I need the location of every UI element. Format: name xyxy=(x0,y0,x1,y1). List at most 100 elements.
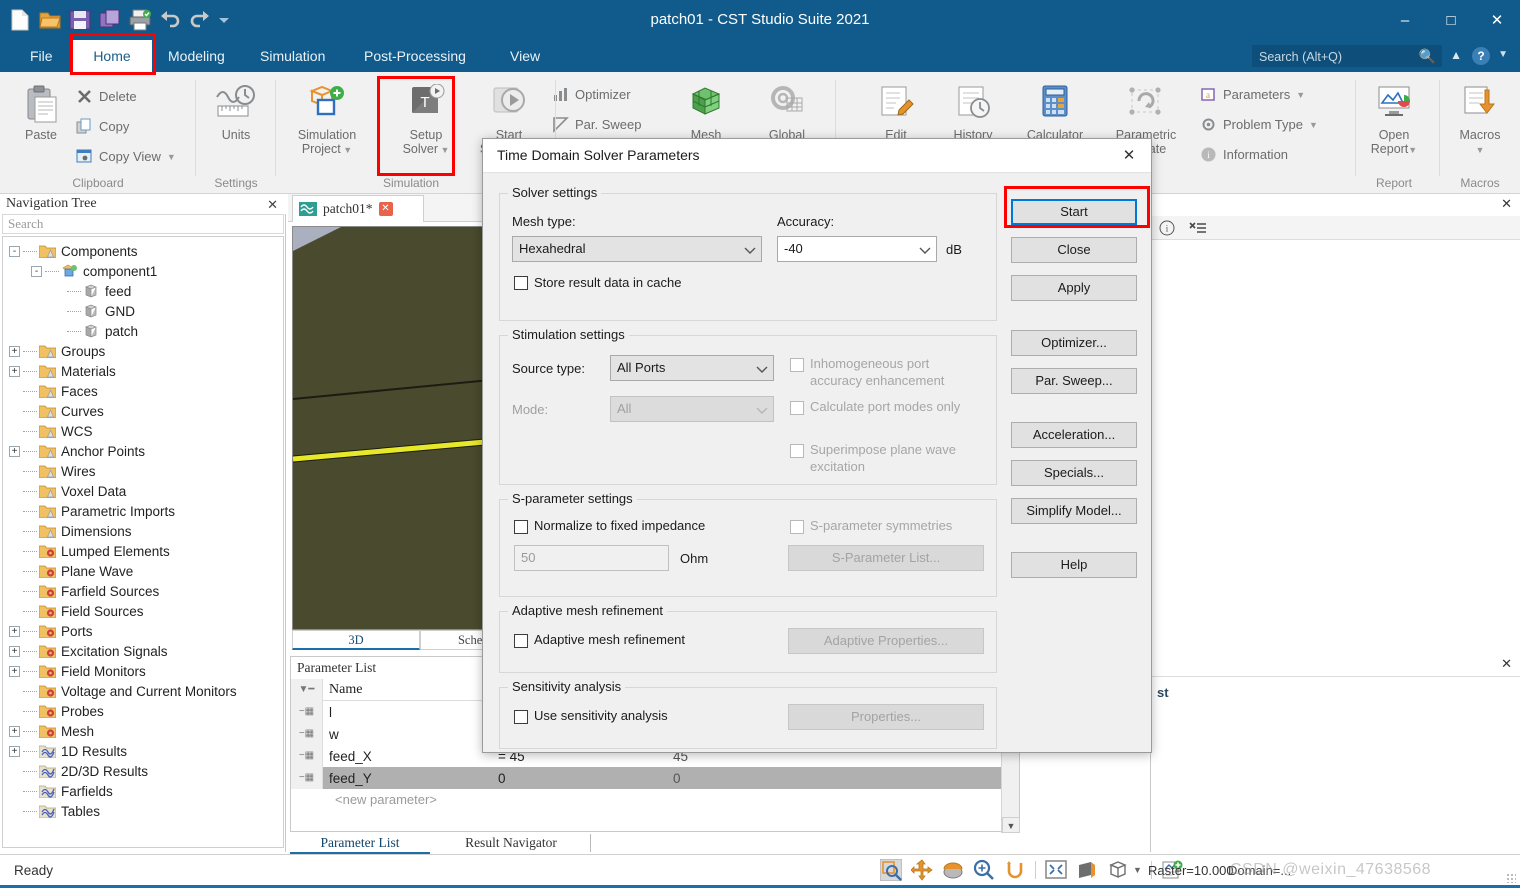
tree-item-farfield-sources[interactable]: Farfield Sources xyxy=(3,581,283,601)
close-icon[interactable]: ✕ xyxy=(267,195,278,215)
time-domain-solver-dialog[interactable]: Time Domain Solver Parameters ✕ Solver s… xyxy=(482,138,1152,753)
tree-item-mesh[interactable]: + Mesh xyxy=(3,721,283,741)
chevron-down-icon[interactable]: ▼ xyxy=(1309,120,1318,130)
undo-icon[interactable] xyxy=(158,8,182,32)
tree-item-materials[interactable]: + Materials xyxy=(3,361,283,381)
simulation-project-button[interactable]: Simulation Project ▼ xyxy=(280,84,374,157)
tree-item-gnd[interactable]: GND xyxy=(3,301,283,321)
close-icon[interactable]: ✕ xyxy=(1501,196,1512,212)
rotate-icon[interactable] xyxy=(942,859,964,881)
print-icon[interactable] xyxy=(128,8,152,32)
scroll-down-icon[interactable]: ▼ xyxy=(1002,817,1020,833)
filter-icon[interactable]: ▼━ xyxy=(291,678,323,701)
row-pin-icon[interactable]: −▦ xyxy=(291,701,323,723)
chevron-down-icon[interactable]: ▼ xyxy=(1133,865,1142,875)
tree-item-parametric-imports[interactable]: Parametric Imports xyxy=(3,501,283,521)
information-button[interactable]: i Information xyxy=(1200,146,1288,163)
new-parameter-row[interactable]: <new parameter> xyxy=(291,789,1019,811)
par-sweep-button[interactable]: Par. Sweep... xyxy=(1011,368,1137,394)
chevron-down-icon[interactable] xyxy=(918,243,932,257)
document-tab-close-icon[interactable]: ✕ xyxy=(378,202,393,216)
zoom-select-icon[interactable] xyxy=(880,859,902,881)
tree-item-lumped-elements[interactable]: Lumped Elements xyxy=(3,541,283,561)
document-tab-patch01[interactable]: patch01* ✕ xyxy=(292,195,424,222)
acceleration-button[interactable]: Acceleration... xyxy=(1011,422,1137,448)
adaptive-mesh-checkbox[interactable] xyxy=(514,634,528,648)
quick-access-toolbar[interactable] xyxy=(8,8,230,32)
problem-type-button[interactable]: Problem Type ▼ xyxy=(1200,116,1318,133)
tab-view[interactable]: View xyxy=(498,40,552,72)
resize-grip[interactable] xyxy=(1506,873,1516,883)
mesh-view-button[interactable]: Mesh xyxy=(672,84,740,142)
setup-solver-button[interactable]: T Setup Solver ▼ xyxy=(386,84,466,157)
delete-button[interactable]: Delete xyxy=(76,88,137,105)
help-button[interactable]: Help xyxy=(1011,552,1137,578)
tree-item-voxel-data[interactable]: Voxel Data xyxy=(3,481,283,501)
par-sweep-button[interactable]: Par. Sweep xyxy=(552,116,642,133)
tree-item-feed[interactable]: feed xyxy=(3,281,283,301)
message-panel-toolbar[interactable]: i xyxy=(1151,216,1520,240)
open-folder-icon[interactable] xyxy=(38,8,62,32)
units-button[interactable]: Units xyxy=(204,84,268,142)
tree-toggle-icon[interactable]: + xyxy=(9,365,20,377)
copy-button[interactable]: Copy xyxy=(76,118,129,135)
accuracy-select[interactable]: -40 xyxy=(777,236,937,262)
perspective-icon[interactable] xyxy=(1076,859,1098,881)
tree-item-voltage-and-current-monitors[interactable]: Voltage and Current Monitors xyxy=(3,681,283,701)
apply-button[interactable]: Apply xyxy=(1011,275,1137,301)
superimpose-plane-wave-checkbox[interactable] xyxy=(790,444,804,458)
tree-item-farfields[interactable]: Farfields xyxy=(3,781,283,801)
calculator-button[interactable]: Calculator xyxy=(1018,84,1092,142)
edit-button[interactable]: Edit xyxy=(866,84,926,142)
close-button[interactable]: ✕ xyxy=(1474,0,1520,40)
tree-item-ports[interactable]: + Ports xyxy=(3,621,283,641)
paste-button[interactable]: Paste xyxy=(10,84,72,142)
redo-icon[interactable] xyxy=(188,8,212,32)
tree-item-wires[interactable]: Wires xyxy=(3,461,283,481)
tree-item-plane-wave[interactable]: Plane Wave xyxy=(3,561,283,581)
close-button[interactable]: Close xyxy=(1011,237,1137,263)
tab-parameter-list[interactable]: Parameter List xyxy=(290,832,430,854)
tab-modeling[interactable]: Modeling xyxy=(156,40,237,72)
inhomogeneous-port-checkbox[interactable] xyxy=(790,358,804,372)
tree-item-anchor-points[interactable]: + Anchor Points xyxy=(3,441,283,461)
tree-item-components[interactable]: - Components xyxy=(3,241,283,261)
chevron-down-icon[interactable] xyxy=(743,243,757,257)
start-button[interactable]: Start xyxy=(1011,199,1137,225)
chevron-down-icon[interactable]: ▼ xyxy=(1296,90,1305,100)
normalize-impedance-checkbox[interactable] xyxy=(514,520,528,534)
tree-toggle-icon[interactable]: + xyxy=(9,725,20,737)
sensitivity-analysis-checkbox[interactable] xyxy=(514,710,528,724)
status-bar-icons[interactable]: ▼ xyxy=(880,859,1183,881)
info-icon[interactable]: i xyxy=(1159,220,1175,236)
open-report-button[interactable]: Open Report▼ xyxy=(1354,84,1434,157)
tab-file[interactable]: File xyxy=(18,40,65,72)
tree-item-field-monitors[interactable]: + Field Monitors xyxy=(3,661,283,681)
tree-item-wcs[interactable]: WCS xyxy=(3,421,283,441)
history-list-button[interactable]: History xyxy=(942,84,1004,142)
global-properties-button[interactable]: Global xyxy=(748,84,826,142)
tree-toggle-icon[interactable]: + xyxy=(9,345,20,357)
navigation-search-input[interactable]: Search xyxy=(2,214,284,234)
save-icon[interactable] xyxy=(68,8,92,32)
tab-post-processing[interactable]: Post-Processing xyxy=(352,40,478,72)
help-button[interactable]: ? xyxy=(1472,47,1490,65)
tree-toggle-icon[interactable]: + xyxy=(9,625,20,637)
tree-toggle-icon[interactable]: - xyxy=(9,245,20,257)
store-result-cache-checkbox[interactable] xyxy=(514,276,528,290)
tree-item-faces[interactable]: Faces xyxy=(3,381,283,401)
tab-home[interactable]: Home xyxy=(72,40,152,72)
tree-toggle-icon[interactable]: - xyxy=(31,265,42,277)
row-pin-icon[interactable]: −▦ xyxy=(291,723,323,745)
optimizer-button[interactable]: Optimizer xyxy=(552,86,631,103)
chevron-down-icon[interactable]: ▼ xyxy=(1498,49,1508,60)
tree-toggle-icon[interactable]: + xyxy=(9,445,20,457)
chevron-down-icon[interactable]: ▼ xyxy=(167,152,176,162)
tree-item-1d-results[interactable]: +1D Results xyxy=(3,741,283,761)
tab-result-navigator[interactable]: Result Navigator xyxy=(436,832,586,854)
chevron-down-icon[interactable] xyxy=(755,362,769,376)
view-cube-icon[interactable] xyxy=(1107,859,1129,881)
search-icon[interactable]: 🔍 xyxy=(1419,48,1436,65)
maximize-button[interactable]: □ xyxy=(1428,0,1474,40)
parameters-button[interactable]: a Parameters ▼ xyxy=(1200,86,1305,103)
